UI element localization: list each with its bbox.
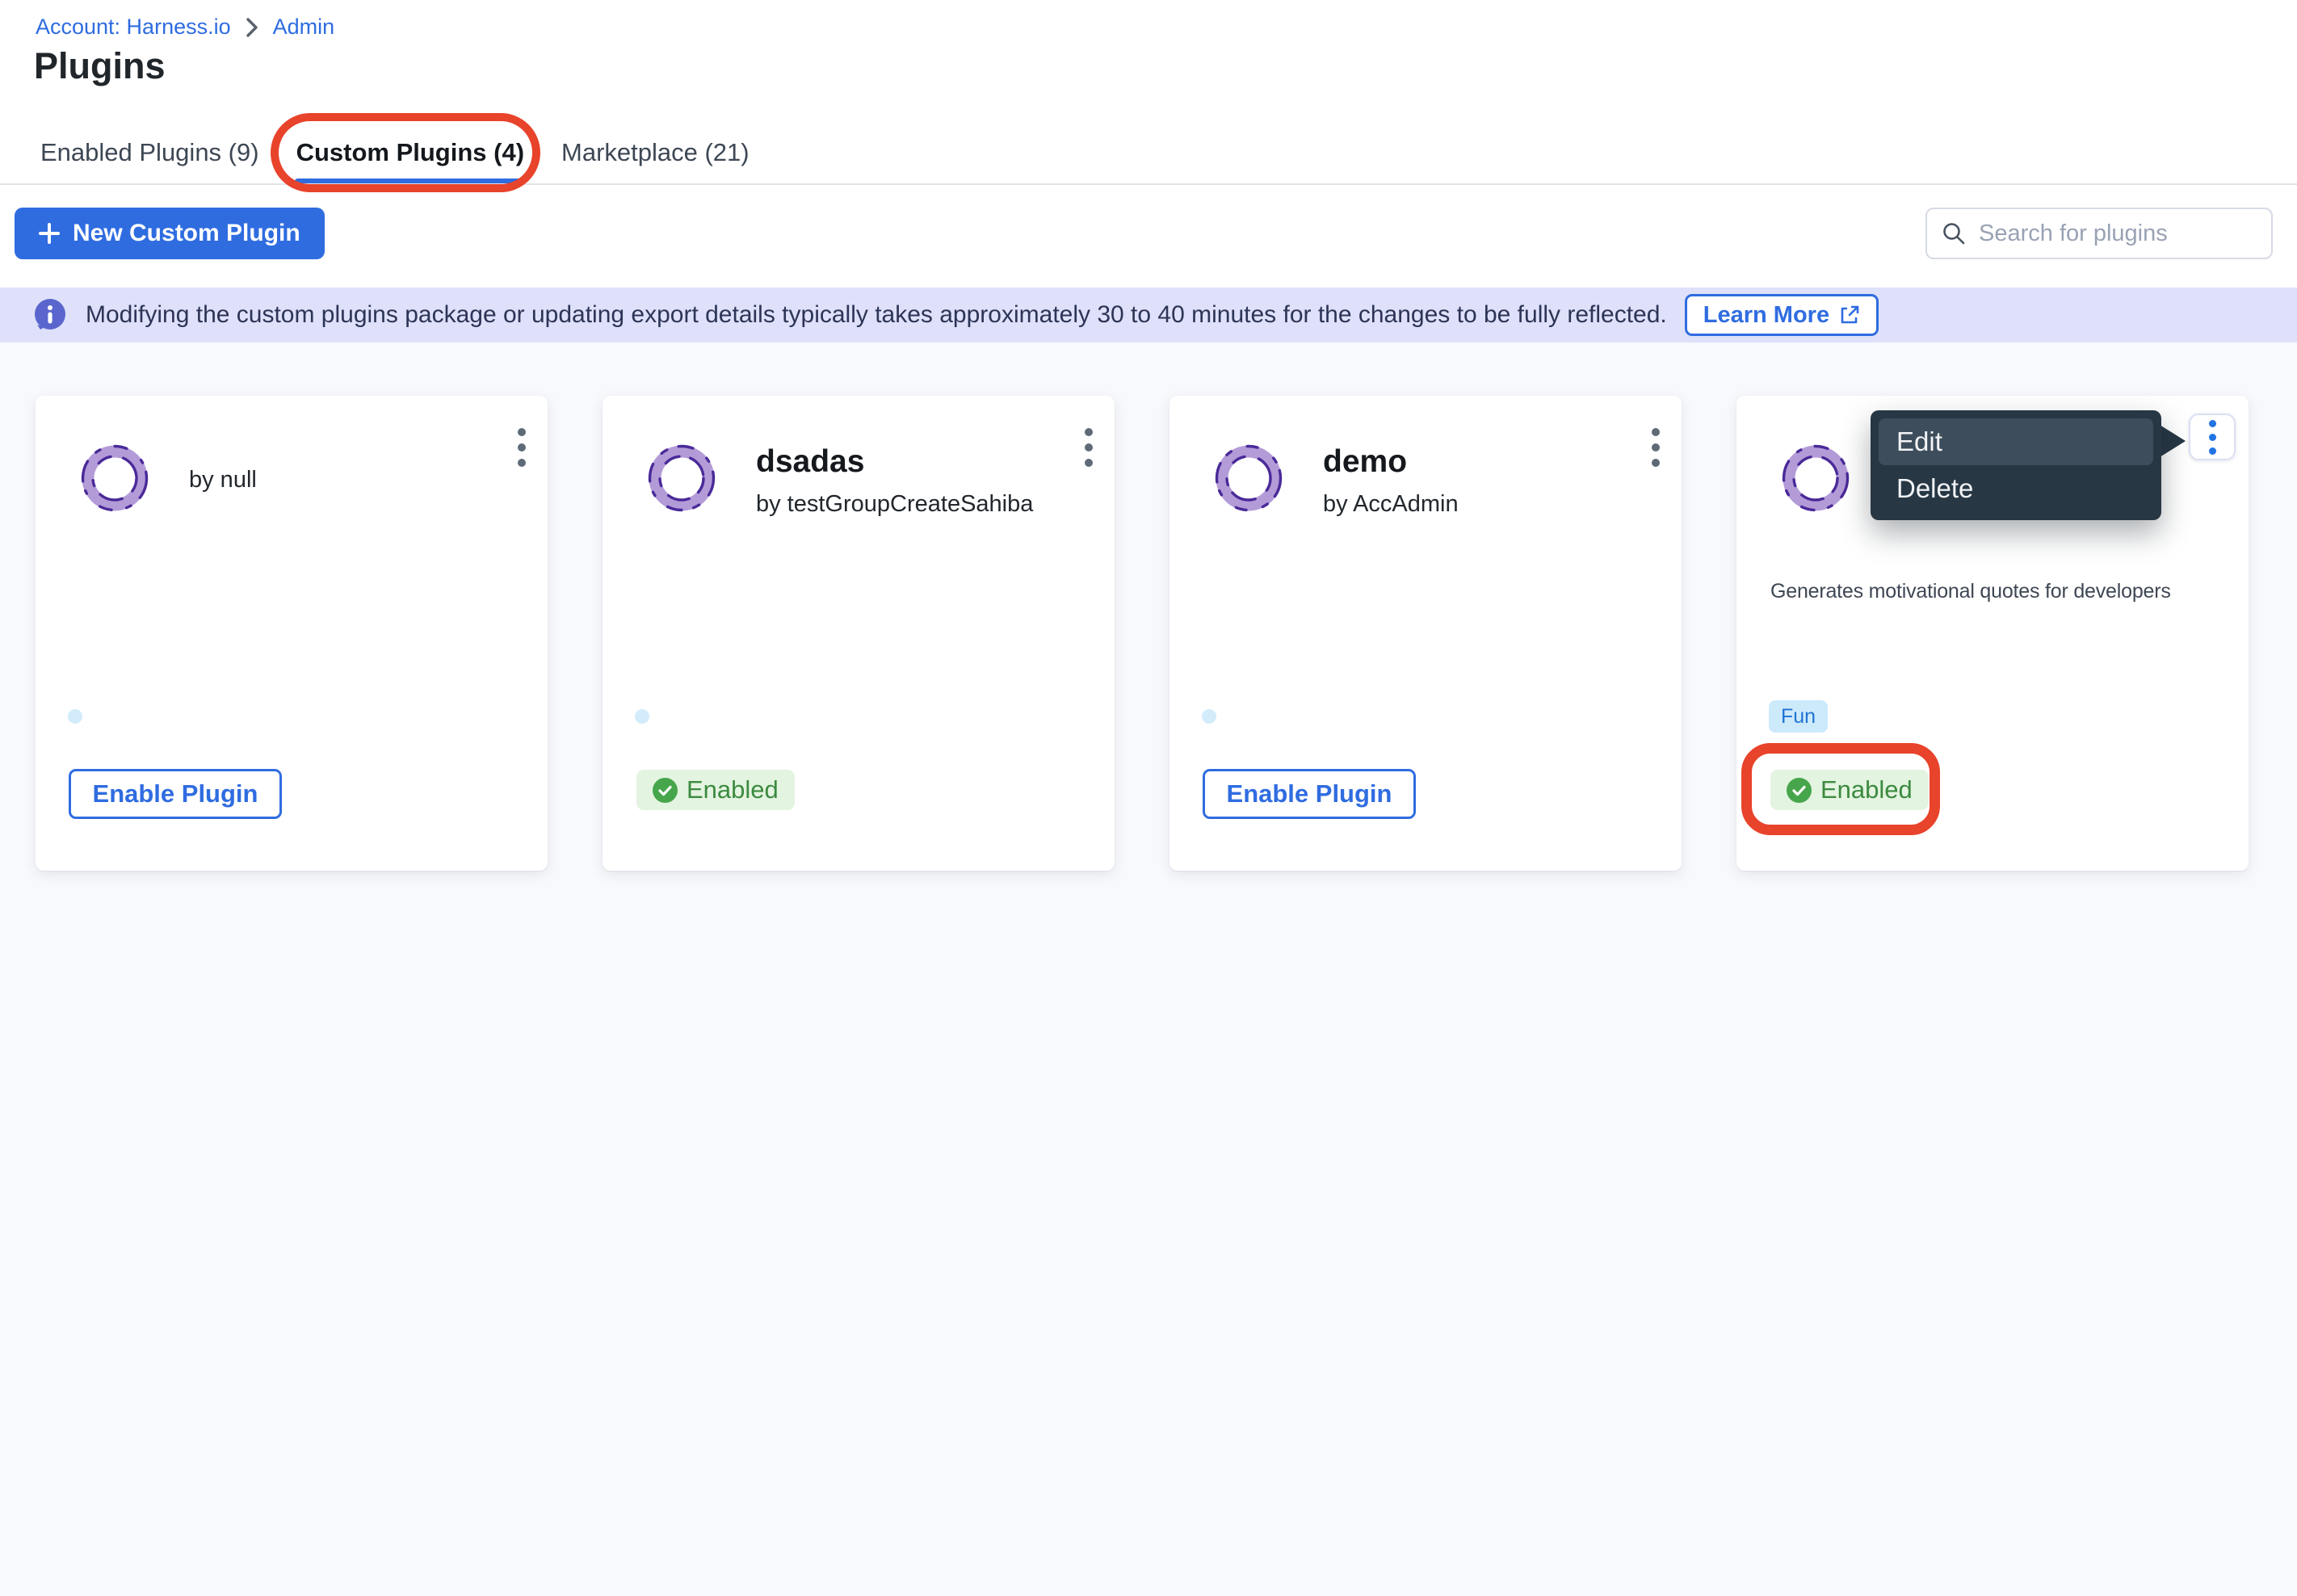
plugin-logo-icon	[78, 441, 152, 515]
breadcrumb-chevron-icon	[246, 17, 258, 38]
context-menu: Edit Delete	[1871, 410, 2161, 520]
plugin-description: Generates motivational quotes for develo…	[1770, 580, 2171, 603]
enabled-status-label: Enabled	[1820, 775, 1913, 804]
breadcrumb-account-link[interactable]: Account: Harness.io	[36, 15, 231, 40]
plugin-author: by testGroupCreateSahiba	[756, 491, 1033, 518]
breadcrumb: Account: Harness.io Admin	[36, 15, 334, 40]
page-title: Plugins	[34, 45, 166, 87]
context-menu-arrow	[2160, 425, 2186, 457]
check-circle-icon	[653, 778, 678, 803]
tab-enabled-plugins[interactable]: Enabled Plugins (9)	[39, 121, 261, 184]
enabled-status-badge-wrap: Enabled	[1770, 770, 1929, 810]
card-menu-button-active[interactable]	[2189, 414, 2236, 460]
plugin-logo-icon	[1211, 441, 1286, 515]
card-menu-button[interactable]	[507, 425, 536, 493]
plugin-title: demo	[1323, 444, 1407, 480]
breadcrumb-admin-link[interactable]: Admin	[273, 15, 335, 40]
plugin-title: dsadas	[756, 444, 864, 480]
plugin-logo-icon	[645, 441, 719, 515]
plugin-card-null: by null Enable Plugin	[36, 396, 548, 871]
plugin-tag-fun: Fun	[1769, 700, 1828, 733]
plugin-card-quotes: Generates motivational quotes for develo…	[1736, 396, 2249, 871]
tab-marketplace[interactable]: Marketplace (21)	[560, 121, 751, 184]
learn-more-label: Learn More	[1703, 302, 1829, 329]
plugin-card-dsadas: dsadas by testGroupCreateSahiba Enabled	[603, 396, 1115, 871]
search-icon	[1942, 221, 1966, 246]
menu-item-edit[interactable]: Edit	[1879, 418, 2153, 465]
card-menu-button[interactable]	[1641, 425, 1670, 493]
info-icon	[32, 297, 68, 333]
enabled-status-badge: Enabled	[636, 770, 795, 810]
plugins-page: Account: Harness.io Admin Plugins Enable…	[0, 0, 2297, 1596]
tabs-divider	[0, 183, 2297, 185]
menu-item-delete[interactable]: Delete	[1879, 465, 2153, 512]
tab-bar: Enabled Plugins (9) Custom Plugins (4) M…	[39, 121, 751, 184]
enabled-status-badge: Enabled	[1770, 770, 1929, 810]
tab-custom-plugins-label: Custom Plugins (4)	[296, 138, 524, 167]
enable-plugin-button[interactable]: Enable Plugin	[69, 769, 282, 819]
search-box	[1925, 208, 2273, 259]
tab-enabled-plugins-label: Enabled Plugins (9)	[40, 138, 259, 167]
tag-placeholder-dot	[1202, 709, 1216, 724]
tag-placeholder-dot	[635, 709, 649, 724]
learn-more-button[interactable]: Learn More	[1685, 294, 1879, 336]
tab-custom-plugins[interactable]: Custom Plugins (4)	[295, 121, 526, 184]
plugin-card-demo: demo by AccAdmin Enable Plugin	[1169, 396, 1682, 871]
enable-plugin-button[interactable]: Enable Plugin	[1203, 769, 1416, 819]
banner-text: Modifying the custom plugins package or …	[86, 301, 1667, 329]
tab-marketplace-label: Marketplace (21)	[561, 138, 750, 167]
plugin-logo-icon	[1778, 441, 1853, 515]
info-banner: Modifying the custom plugins package or …	[0, 288, 2297, 342]
check-circle-icon	[1787, 778, 1812, 803]
enabled-status-label: Enabled	[687, 775, 779, 804]
tag-placeholder-dot	[68, 709, 82, 724]
new-custom-plugin-label: New Custom Plugin	[73, 220, 300, 247]
plus-icon	[39, 223, 60, 244]
external-link-icon	[1839, 304, 1860, 326]
new-custom-plugin-button[interactable]: New Custom Plugin	[15, 208, 325, 259]
search-input[interactable]	[1977, 220, 2257, 248]
plugin-author: by AccAdmin	[1323, 491, 1459, 518]
card-menu-button[interactable]	[1074, 425, 1103, 493]
plugin-author: by null	[189, 467, 257, 494]
